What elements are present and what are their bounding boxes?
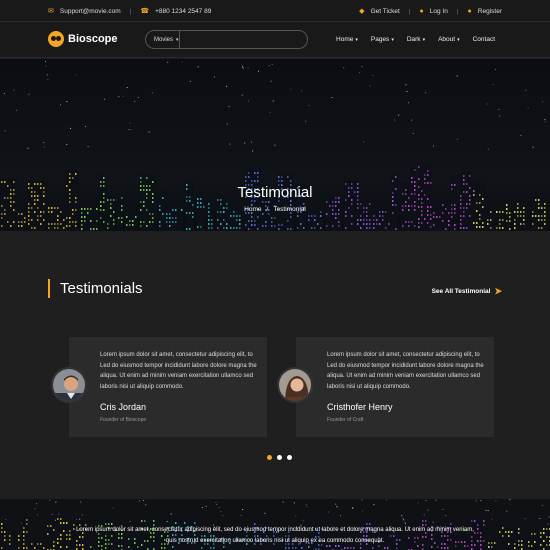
- phone-icon: ☎: [140, 8, 150, 15]
- breadcrumb-separator: /: [266, 206, 269, 213]
- search-bar: Movies ▾ ⌕: [145, 30, 308, 49]
- testimonials-section: Testimonials See All Testimonial ➤ Lorem…: [0, 231, 550, 499]
- testimonial-card: Lorem ipsum dolor sit amet, consectetur …: [296, 337, 494, 437]
- testimonial-text: Lorem ipsum dolor sit amet, consectetur …: [327, 352, 484, 390]
- menu-item-pages[interactable]: Pages ▾: [371, 36, 394, 43]
- search-input[interactable]: [179, 31, 307, 48]
- testimonial-card: Lorem ipsum dolor sit amet, consectetur …: [69, 337, 267, 437]
- testimonial-name: Cristhofer Henry: [327, 402, 393, 412]
- menu-item-contact[interactable]: Contact: [473, 36, 495, 43]
- ticket-icon: ◆: [359, 8, 365, 15]
- breadcrumb: Home / Testimonial: [0, 206, 550, 213]
- footer-section: Lorem ipsum dolor sit amet, consectetur …: [0, 499, 550, 550]
- divider: |: [456, 7, 459, 15]
- chevron-down-icon: ▾: [422, 37, 426, 43]
- menu-label: Contact: [472, 36, 495, 43]
- carousel-dot[interactable]: [287, 455, 292, 460]
- avatar: [51, 367, 87, 403]
- search-category-select[interactable]: Movies ▾: [146, 31, 180, 48]
- mail-icon: ✉: [48, 8, 54, 15]
- see-all-testimonial-link[interactable]: See All Testimonial ➤: [432, 286, 502, 297]
- user-icon: ●: [467, 7, 472, 15]
- menu-item-dark[interactable]: Dark ▾: [407, 36, 425, 43]
- logo-text: Bioscope: [68, 33, 118, 45]
- testimonial-name: Cris Jordan: [100, 402, 147, 412]
- testimonial-role: Founder of Craft: [327, 417, 364, 423]
- search-category-label: Movies: [154, 36, 174, 43]
- phone-link[interactable]: +880 1234 2547 89: [155, 8, 211, 15]
- carousel-dot[interactable]: [267, 455, 272, 460]
- carousel-pagination: [267, 455, 292, 460]
- breadcrumb-home-link[interactable]: Home: [244, 206, 261, 213]
- menu-item-home[interactable]: Home ▾: [336, 36, 358, 43]
- menu-label: About: [438, 36, 456, 43]
- chevron-down-icon: ▾: [176, 36, 179, 43]
- section-heading: Testimonials: [48, 279, 143, 298]
- avatar: [277, 367, 313, 403]
- logo-icon: [48, 31, 64, 47]
- breadcrumb-current: Testimonial: [273, 206, 306, 213]
- testimonial-text: Lorem ipsum dolor sit amet, consectetur …: [100, 352, 257, 390]
- register-link[interactable]: Register: [478, 8, 502, 15]
- footer-text: Lorem ipsum dolor sit amet, consectetur …: [76, 527, 474, 544]
- chevron-down-icon: ▾: [391, 37, 394, 43]
- chevron-down-icon: ▾: [355, 37, 358, 43]
- get-ticket-link[interactable]: Get Ticket: [371, 8, 400, 15]
- support-email-link[interactable]: Support@movie.com: [60, 8, 121, 15]
- menu-item-about[interactable]: About ▾: [438, 36, 460, 43]
- main-menu: Home ▾ Pages ▾ Dark ▾ About ▾ Contact: [336, 36, 495, 43]
- logo[interactable]: Bioscope: [48, 31, 118, 47]
- menu-label: Pages: [370, 36, 390, 43]
- lock-icon: ●: [419, 7, 424, 15]
- top-bar: ✉ Support@movie.com | ☎ +880 1234 2547 8…: [0, 0, 550, 22]
- testimonial-role: Founder of Bioscope: [100, 417, 147, 423]
- arrow-right-icon: ➤: [494, 286, 502, 296]
- divider: |: [129, 7, 132, 15]
- page-banner: Testimonial Home / Testimonial: [0, 59, 550, 231]
- divider: |: [408, 7, 411, 15]
- carousel-dot[interactable]: [277, 455, 282, 460]
- menu-label: Dark: [406, 36, 421, 43]
- login-link[interactable]: Log In: [430, 8, 448, 15]
- page-title: Testimonial: [237, 184, 313, 201]
- chevron-down-icon: ▾: [457, 37, 460, 43]
- menu-label: Home: [336, 36, 354, 43]
- see-all-label: See All Testimonial: [431, 288, 491, 295]
- main-navbar: Bioscope Movies ▾ ⌕ Home▾ Pages▾ Dark▾ A…: [0, 22, 550, 58]
